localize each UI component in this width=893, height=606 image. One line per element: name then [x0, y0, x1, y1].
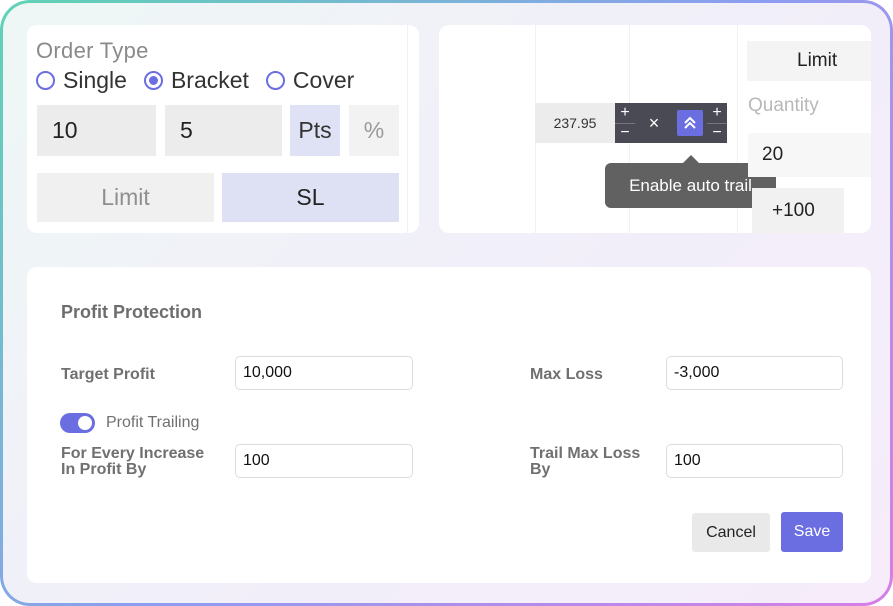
target-points-input[interactable]: 10: [37, 105, 156, 156]
target-profit-label: Target Profit: [61, 366, 155, 383]
close-icon: ×: [648, 112, 660, 133]
radio-single[interactable]: Single: [36, 67, 127, 94]
app-background: Order Type Single Bracket Cover 10 5 Pts…: [3, 3, 890, 603]
radio-circle-icon: [265, 71, 285, 90]
price-value[interactable]: 237.95: [535, 103, 615, 143]
stoploss-points-input[interactable]: 5: [165, 105, 282, 156]
max-loss-label: Max Loss: [530, 366, 603, 383]
order-type-card: Order Type Single Bracket Cover 10 5 Pts…: [27, 25, 419, 233]
price-decrement-button[interactable]: −: [615, 124, 635, 144]
target-profit-input[interactable]: [235, 356, 413, 390]
double-chevron-up-icon: [684, 116, 696, 129]
unit-percent-button[interactable]: %: [349, 105, 399, 156]
increase-label-line-1: For Every Increase: [61, 445, 205, 462]
radio-bracket[interactable]: Bracket: [143, 67, 249, 94]
radio-bracket-label: Bracket: [170, 67, 249, 93]
trail-max-loss-label: Trail Max Loss By: [530, 446, 640, 478]
order-type-radio-group: Single Bracket Cover: [36, 67, 371, 94]
sl-button[interactable]: SL: [222, 173, 399, 222]
profit-protection-title: Profit Protection: [61, 302, 203, 322]
app-frame: Order Type Single Bracket Cover 10 5 Pts…: [0, 0, 893, 606]
trail-max-loss-input[interactable]: [666, 444, 843, 478]
save-button[interactable]: Save: [781, 512, 843, 552]
quantity-label: Quantity: [748, 95, 819, 116]
trail-label-line-1: Trail Max Loss: [530, 445, 641, 462]
profit-trailing-label: Profit Trailing: [106, 414, 200, 431]
grid-divider: [407, 25, 408, 233]
limit-button[interactable]: Limit: [37, 173, 214, 222]
price-increment-button[interactable]: +: [615, 103, 635, 124]
radio-cover[interactable]: Cover: [265, 67, 355, 94]
close-button[interactable]: ×: [635, 103, 673, 143]
increase-label: For Every Increase In Profit By: [61, 446, 204, 478]
radio-selected-icon: [143, 71, 163, 90]
price-stepper: + −: [615, 103, 635, 143]
order-type-title: Order Type: [36, 38, 149, 63]
radio-single-label: Single: [63, 67, 127, 93]
auto-trail-button[interactable]: [677, 110, 703, 136]
quantity-add-100-button[interactable]: +100: [752, 188, 844, 233]
trail-stepper: + −: [707, 103, 727, 143]
profit-protection-card: Profit Protection Target Profit Max Loss…: [27, 267, 871, 583]
unit-points-button[interactable]: Pts: [290, 105, 340, 156]
order-panel-card: 237.95 + − × + − Enable auto trail Limit…: [439, 25, 871, 233]
quantity-input[interactable]: 20: [748, 133, 871, 177]
max-loss-input[interactable]: [666, 356, 843, 390]
radio-circle-icon: [36, 71, 55, 90]
cancel-button[interactable]: Cancel: [692, 513, 770, 552]
profit-trailing-row: Profit Trailing: [60, 413, 199, 433]
toggle-knob: [78, 416, 92, 430]
auto-trail-wrapper: [673, 103, 707, 143]
trail-increment-button[interactable]: +: [707, 103, 727, 124]
profit-trailing-toggle[interactable]: [60, 413, 95, 433]
price-toolbar: 237.95 + − × + −: [535, 103, 727, 143]
increase-label-line-2: In Profit By: [61, 461, 147, 478]
radio-cover-label: Cover: [292, 67, 355, 93]
order-limit-select[interactable]: Limit: [747, 41, 871, 81]
trail-decrement-button[interactable]: −: [707, 124, 727, 144]
profit-increase-input[interactable]: [235, 444, 413, 478]
trail-label-line-2: By: [530, 461, 551, 478]
